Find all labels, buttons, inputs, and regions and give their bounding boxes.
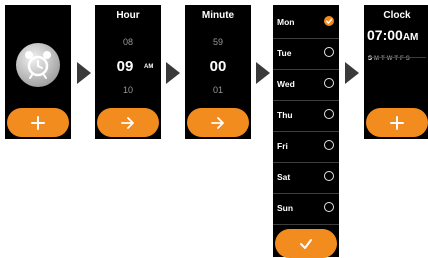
- checked-radio-icon[interactable]: [324, 16, 334, 26]
- add-alarm-button[interactable]: [366, 108, 428, 137]
- plus-icon: [390, 115, 404, 130]
- day-row-sat[interactable]: Sat: [273, 162, 339, 194]
- confirm-button[interactable]: [275, 229, 337, 258]
- day-row-sun[interactable]: Sun: [273, 193, 339, 225]
- day-row-mon[interactable]: Mon: [273, 7, 339, 39]
- next-button[interactable]: [97, 108, 159, 137]
- clock-title: Clock: [383, 10, 411, 21]
- flow-arrow: [256, 62, 270, 84]
- day-label: Wed: [277, 79, 295, 89]
- minute-current[interactable]: 00: [185, 58, 251, 75]
- radio-icon[interactable]: [324, 140, 334, 150]
- flow-arrow: [166, 62, 180, 84]
- radio-icon[interactable]: [324, 109, 334, 119]
- minute-picker-screen: Minute 59 00 01: [185, 5, 251, 139]
- hour-picker-screen: Hour 08 09 AM 10: [95, 5, 161, 139]
- day-label: Sun: [277, 203, 294, 213]
- alarm-time-period: AM: [402, 32, 419, 43]
- hour-title: Hour: [116, 10, 140, 21]
- alarm-time-value: 07:00: [367, 27, 403, 43]
- day-label: Sat: [277, 172, 291, 182]
- day-row-wed[interactable]: Wed: [273, 69, 339, 101]
- add-alarm-button[interactable]: [7, 108, 69, 137]
- day-label: Mon: [277, 17, 295, 27]
- radio-icon[interactable]: [324, 78, 334, 88]
- check-icon: [300, 238, 312, 249]
- day-label: Fri: [277, 141, 288, 151]
- day-row-thu[interactable]: Thu: [273, 100, 339, 132]
- day-row-tue[interactable]: Tue: [273, 38, 339, 70]
- next-button[interactable]: [187, 108, 249, 137]
- minute-prev[interactable]: 59: [185, 37, 251, 47]
- hour-next[interactable]: 10: [95, 85, 161, 95]
- day-label: Thu: [277, 110, 293, 120]
- day-row-fri[interactable]: Fri: [273, 131, 339, 163]
- plus-icon: [31, 115, 45, 130]
- day-list: Mon Tue Wed Thu Fri Sat Sun: [273, 7, 339, 225]
- day-label: Tue: [277, 48, 292, 58]
- weekday-indicators: SMTWTFS: [368, 47, 412, 65]
- flow-arrow: [345, 62, 359, 84]
- alarm-home-screen: [5, 5, 71, 139]
- clock-summary-screen: Clock 07:00AM SMTWTFS: [364, 5, 428, 139]
- repeat-days-screen: Mon Tue Wed Thu Fri Sat Sun: [273, 5, 339, 258]
- alarm-clock-icon[interactable]: [15, 42, 61, 88]
- radio-icon[interactable]: [324, 171, 334, 181]
- radio-icon[interactable]: [324, 47, 334, 57]
- hour-current-value: 09: [116, 58, 134, 75]
- minute-title: Minute: [201, 10, 235, 21]
- hour-period[interactable]: AM: [144, 64, 153, 70]
- arrow-right-icon: [121, 116, 134, 129]
- divider: [368, 57, 426, 58]
- hour-prev[interactable]: 08: [95, 37, 161, 47]
- alarm-time[interactable]: 07:00AM: [367, 27, 418, 43]
- radio-icon[interactable]: [324, 202, 334, 212]
- minute-next[interactable]: 01: [185, 85, 251, 95]
- arrow-right-icon: [211, 116, 224, 129]
